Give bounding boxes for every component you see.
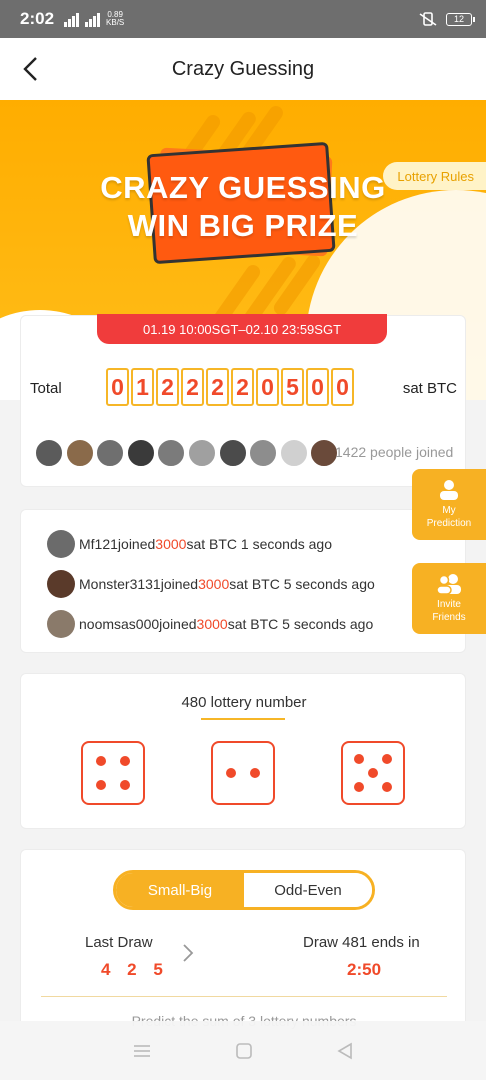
feed-amount: 3000 xyxy=(155,536,187,552)
pool-digit: 2 xyxy=(206,368,229,406)
feed-rest: sat BTC 5 seconds ago xyxy=(229,576,375,592)
pool-digit: 2 xyxy=(231,368,254,406)
avatar-placeholder xyxy=(279,439,308,467)
my-prediction-line2: Prediction xyxy=(426,518,472,529)
game-mode-toggle: Small-Big Odd-Even xyxy=(113,870,375,910)
dice-four-icon xyxy=(81,741,145,805)
home-icon[interactable] xyxy=(235,1042,253,1060)
feed-item: Monster3131 joined 3000 sat BTC 5 seconds … xyxy=(47,570,375,598)
feed-joined: joined xyxy=(159,616,197,632)
avatar xyxy=(65,439,94,467)
feed-item: Mf121 joined 3000 sat BTC 1 seconds ago xyxy=(47,530,332,558)
users-icon xyxy=(436,574,461,595)
network-speed: 0.89 KB/S xyxy=(106,11,124,27)
network-speed-unit: KB/S xyxy=(106,18,125,27)
dice-five-icon xyxy=(341,741,405,805)
feed-item: noomsas000 joined 3000 sat BTC 5 seconds a… xyxy=(47,610,373,638)
pool-digits: 0 1 2 2 2 2 0 5 0 0 xyxy=(106,368,354,406)
feed-avatar xyxy=(47,530,75,558)
user-icon xyxy=(440,480,458,500)
pool-digit: 2 xyxy=(156,368,179,406)
feed-user: Monster3131 xyxy=(79,576,161,592)
banner-headline-2: WIN BIG PRIZE xyxy=(127,208,359,243)
game-card: Small-Big Odd-Even Last Draw 4 2 5 Draw … xyxy=(20,849,466,1039)
tab-odd-even[interactable]: Odd-Even xyxy=(244,873,372,907)
pool-digit: 2 xyxy=(181,368,204,406)
system-nav-bar xyxy=(0,1021,486,1080)
lottery-title: 480 lottery number xyxy=(181,694,307,711)
activity-feed: Mf121 joined 3000 sat BTC 1 seconds ago Mo… xyxy=(20,509,466,653)
avatar xyxy=(249,439,278,467)
chevron-left-icon[interactable] xyxy=(18,54,48,84)
vibrate-icon xyxy=(419,12,437,26)
joined-count: 1422 people joined xyxy=(335,444,454,460)
avatar xyxy=(96,439,125,467)
feed-joined: joined xyxy=(160,576,199,592)
chevron-right-icon[interactable] xyxy=(181,942,195,964)
participant-avatars xyxy=(35,439,341,467)
feed-user: Mf121 xyxy=(79,536,118,552)
next-draw-label: Draw 481 ends in xyxy=(303,934,420,951)
feed-amount: 3000 xyxy=(196,616,228,632)
feed-avatar xyxy=(47,610,75,638)
pool-digit: 5 xyxy=(281,368,304,406)
divider xyxy=(41,996,447,997)
signal-icon-2 xyxy=(85,11,101,27)
battery-icon: 12 xyxy=(446,12,475,26)
avatar xyxy=(218,439,247,467)
pool-digit: 0 xyxy=(256,368,279,406)
last-draw-numbers: 4 2 5 xyxy=(101,960,169,979)
last-draw-label: Last Draw xyxy=(85,934,153,951)
pool-unit: sat BTC xyxy=(402,380,457,397)
draw-countdown: 2:50 xyxy=(347,960,382,979)
lottery-number-card: 480 lottery number xyxy=(20,673,466,829)
lottery-title-underline xyxy=(201,718,285,720)
avatar xyxy=(126,439,155,467)
pool-digit: 1 xyxy=(131,368,154,406)
invite-friends-line1: Invite xyxy=(437,599,461,610)
invite-friends-line2: Friends xyxy=(432,612,466,623)
app-header: Crazy Guessing xyxy=(0,38,486,100)
pool-digit: 0 xyxy=(331,368,354,406)
feed-amount: 3000 xyxy=(198,576,230,592)
back-icon[interactable] xyxy=(336,1042,354,1060)
pool-digit: 0 xyxy=(306,368,329,406)
avatar xyxy=(35,439,63,467)
event-period: 01.19 10:00SGT–02.10 23:59SGT xyxy=(97,314,387,344)
battery-level: 12 xyxy=(453,14,464,24)
lottery-rules-button[interactable]: Lottery Rules xyxy=(383,162,486,190)
menu-icon[interactable] xyxy=(132,1042,152,1060)
feed-joined: joined xyxy=(117,536,156,552)
invite-friends-button[interactable]: Invite Friends xyxy=(412,563,486,634)
feed-rest: sat BTC 5 seconds ago xyxy=(227,616,374,632)
feed-user: noomsas000 xyxy=(79,616,160,632)
avatar xyxy=(157,439,186,467)
feed-avatar xyxy=(47,570,75,598)
feed-rest: sat BTC 1 seconds ago xyxy=(186,536,332,552)
prize-pool-card: 01.19 10:00SGT–02.10 23:59SGT Total 0 1 … xyxy=(20,314,466,487)
my-prediction-button[interactable]: My Prediction xyxy=(412,469,486,540)
pool-digit: 0 xyxy=(106,368,129,406)
tab-small-big[interactable]: Small-Big xyxy=(116,873,244,907)
total-label: Total xyxy=(30,380,62,397)
status-bar: 2:02 0.89 KB/S 12 xyxy=(0,0,486,38)
page-title: Crazy Guessing xyxy=(171,57,315,80)
signal-icon xyxy=(64,11,80,27)
status-time: 2:02 xyxy=(20,9,55,28)
dice-two-icon xyxy=(211,741,275,805)
my-prediction-line1: My xyxy=(442,505,456,516)
avatar xyxy=(187,439,216,467)
